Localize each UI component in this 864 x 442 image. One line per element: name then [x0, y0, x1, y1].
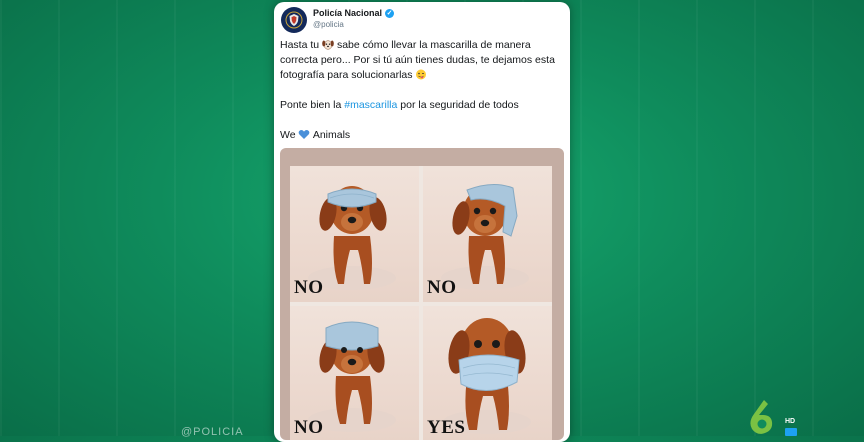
- tweet-card[interactable]: Policía Nacional ✓ @policia Hasta tu sab…: [274, 2, 570, 442]
- police-shield-icon: [285, 11, 303, 29]
- tweet-header: Policía Nacional ✓ @policia: [280, 6, 564, 34]
- photo-caption: NO: [294, 277, 324, 298]
- blue-heart-emoji-icon: [299, 129, 310, 139]
- photo-caption: NO: [427, 277, 457, 298]
- photo-panel-2: NO: [423, 166, 552, 302]
- tweet-text-part: Hasta tu: [280, 39, 320, 51]
- hd-label: HD: [785, 418, 796, 425]
- verified-badge-icon: ✓: [385, 9, 395, 18]
- account-watermark: @POLICIA: [181, 426, 244, 438]
- account-handle[interactable]: @policia: [313, 19, 394, 30]
- dog-face-emoji-icon: [322, 40, 334, 50]
- hashtag-link[interactable]: #mascarilla: [344, 99, 397, 111]
- tweet-text-part: por la seguridad de todos: [400, 99, 519, 111]
- tweet-text: Hasta tu sabe cómo llevar la mascarilla …: [280, 38, 562, 143]
- avatar[interactable]: [281, 7, 307, 33]
- photo-collage: NO NO NO YES: [290, 166, 552, 440]
- tweet-photo[interactable]: NO NO NO YES: [280, 148, 564, 440]
- photo-panel-4: YES: [423, 306, 552, 440]
- tweet-text-part: Animals: [312, 129, 351, 141]
- winking-tongue-emoji-icon: [416, 69, 427, 80]
- lasexta-6-logo-icon: [750, 400, 773, 434]
- tweet-text-part: We: [280, 129, 296, 141]
- account-name[interactable]: Policía Nacional: [313, 8, 382, 19]
- tweet-text-part: Ponte bien la: [280, 99, 342, 111]
- channel-badge-icon: [785, 428, 797, 436]
- photo-panel-1: NO: [290, 166, 419, 302]
- photo-panel-3: NO: [290, 306, 419, 440]
